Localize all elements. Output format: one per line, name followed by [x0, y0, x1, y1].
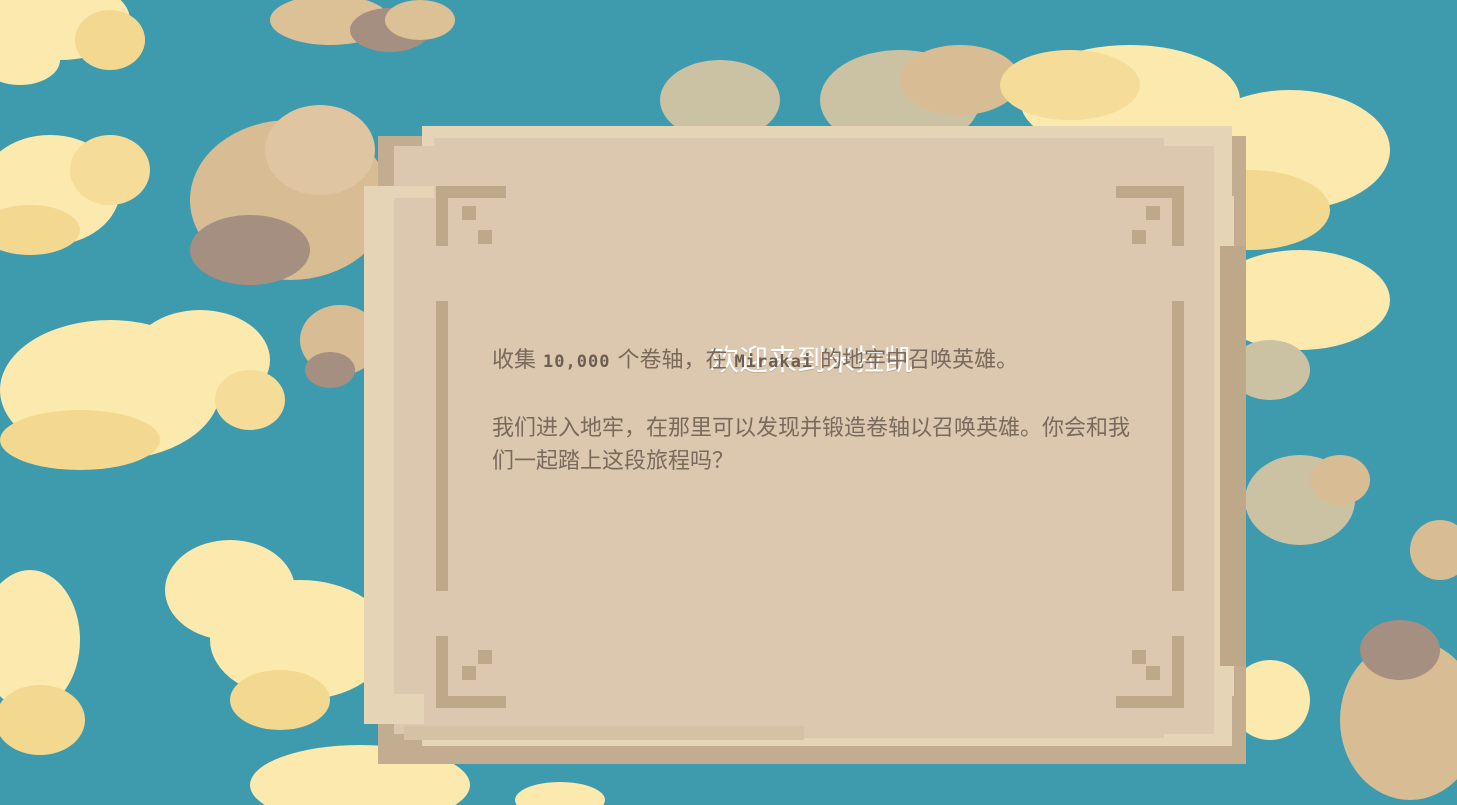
intro-middle: 个卷轴，在: [617, 348, 728, 373]
journey-paragraph: 我们进入地牢，在那里可以发现并锻造卷轴以召唤英雄。你会和我们一起踏上这段旅程吗？: [492, 416, 1131, 474]
cloud-icon: [0, 135, 150, 255]
intro-paragraph: 收集 10,000 个卷轴，在 Mirakai 的地牢中召唤英雄。: [492, 344, 1132, 379]
cloud-icon: [270, 0, 455, 52]
cloud-icon: [0, 310, 285, 470]
cloud-icon: [1410, 520, 1457, 580]
cloud-icon: [0, 0, 145, 85]
cloud-icon: [1245, 455, 1370, 545]
game-scene: 欢迎来到米拉凯 收集 10,000 个卷轴，在 Mirakai 的地牢中召唤英雄…: [0, 0, 1457, 805]
cloud-icon: [165, 540, 390, 730]
cloud-icon: [0, 570, 85, 755]
welcome-dialog: 欢迎来到米拉凯 收集 10,000 个卷轴，在 Mirakai 的地牢中召唤英雄…: [364, 126, 1246, 766]
scroll-count: 10,000: [543, 352, 611, 372]
cloud-icon: [190, 105, 390, 285]
world-name: Mirakai: [734, 352, 814, 372]
intro-suffix: 的地牢中召唤英雄。: [820, 348, 1019, 373]
intro-prefix: 收集: [492, 348, 537, 373]
dialog-body: 收集 10,000 个卷轴，在 Mirakai 的地牢中召唤英雄。 我们进入地牢…: [492, 344, 1132, 478]
cloud-icon: [1230, 620, 1457, 800]
